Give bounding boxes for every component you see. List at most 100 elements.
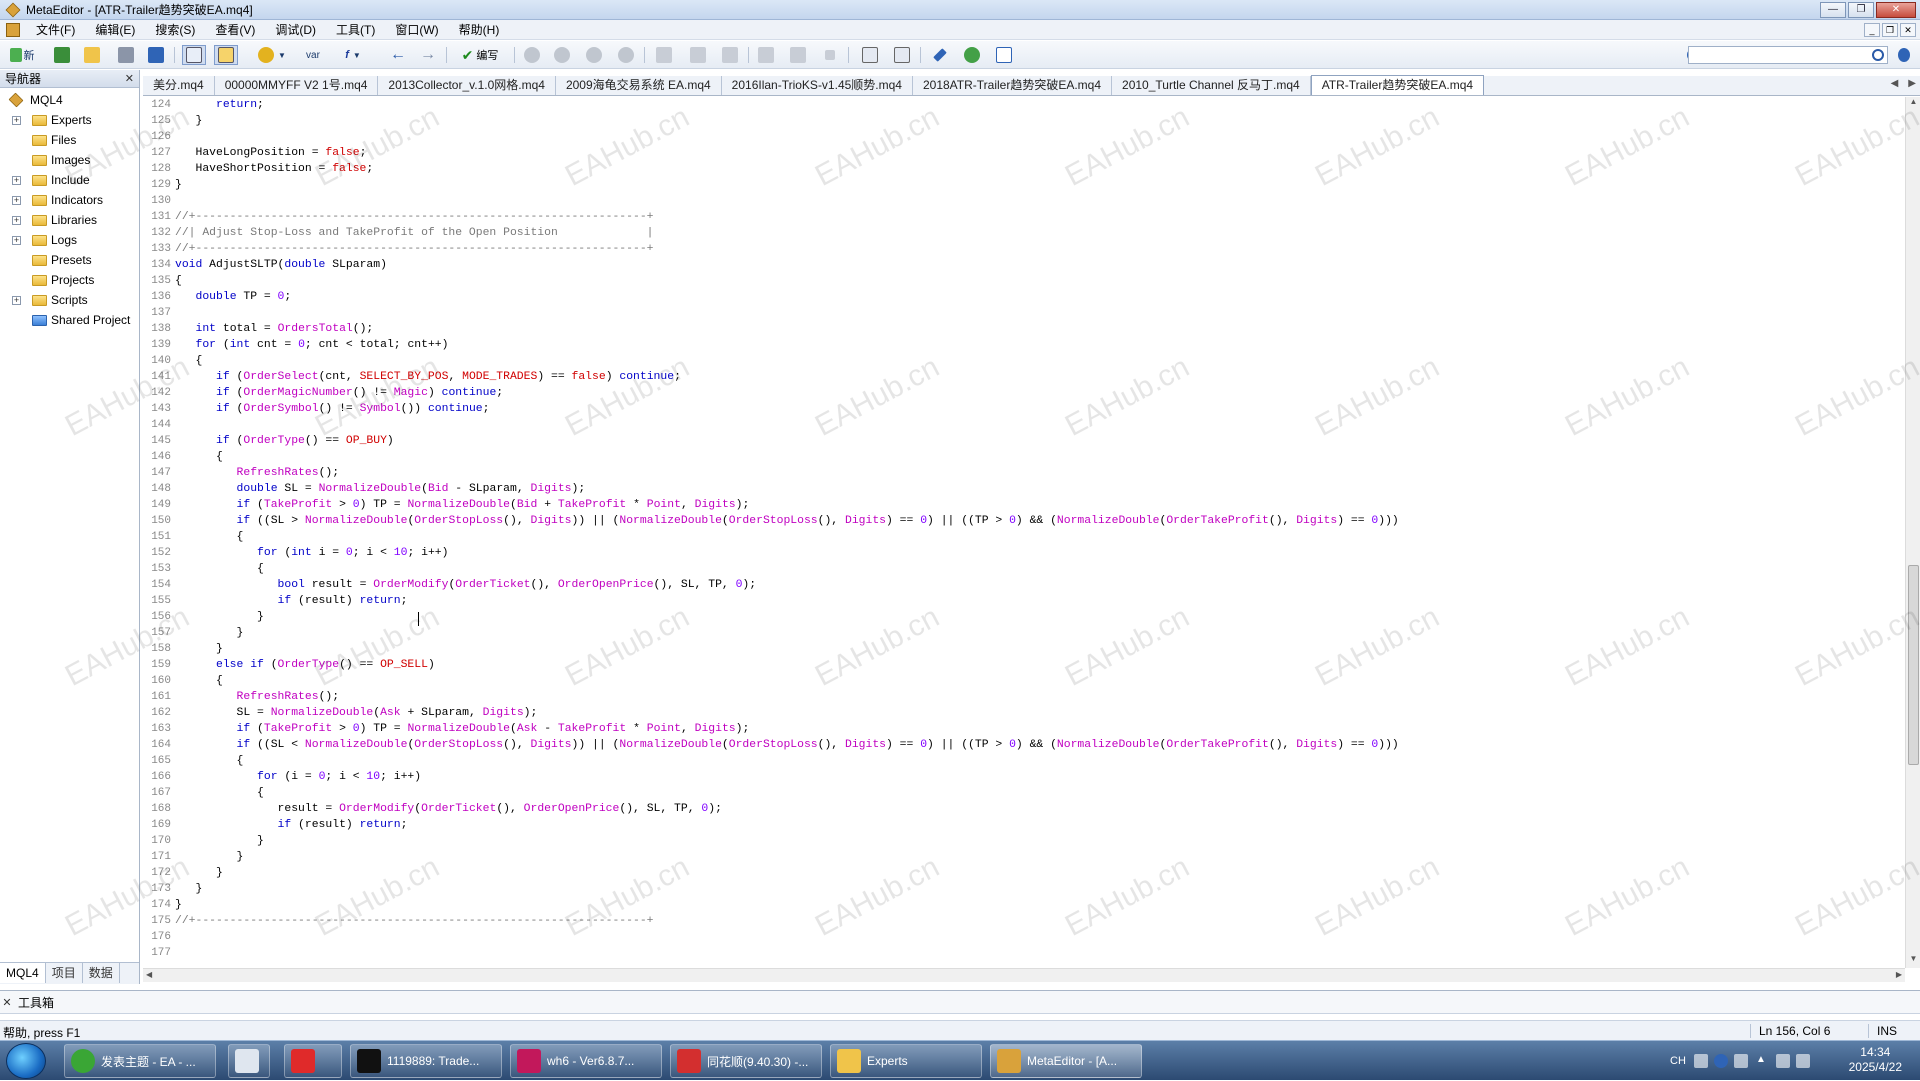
- code-line[interactable]: {: [175, 451, 223, 463]
- code-line[interactable]: {: [175, 563, 264, 575]
- doc-restore-button[interactable]: ❐: [1882, 23, 1898, 37]
- scroll-right-icon[interactable]: ▶: [1896, 970, 1902, 979]
- code-line[interactable]: }: [175, 611, 264, 623]
- menu-help[interactable]: 帮助(H): [449, 20, 510, 40]
- scroll-up-icon[interactable]: ▲: [1906, 97, 1920, 111]
- tree-root-mql4[interactable]: MQL4: [0, 90, 139, 110]
- code-line[interactable]: //+-------------------------------------…: [175, 211, 654, 223]
- tab-file[interactable]: 2013Collector_v.1.0网格.mq4: [378, 76, 556, 95]
- tree-item-presets[interactable]: Presets: [0, 250, 139, 270]
- menu-search[interactable]: 搜索(S): [145, 20, 205, 40]
- menu-edit[interactable]: 编辑(E): [85, 20, 145, 40]
- taskbar-item-browser[interactable]: 发表主题 - EA - ...: [64, 1044, 216, 1078]
- back-button[interactable]: ←: [388, 45, 408, 65]
- menu-tools[interactable]: 工具(T): [326, 20, 385, 40]
- tree-item-images[interactable]: Images: [0, 150, 139, 170]
- open-button[interactable]: [82, 45, 102, 65]
- taskbar-item-calculator[interactable]: [228, 1044, 270, 1078]
- code-line[interactable]: {: [175, 355, 203, 367]
- code-line[interactable]: RefreshRates();: [175, 467, 340, 479]
- scroll-left-icon[interactable]: ◀: [146, 970, 152, 979]
- code-line[interactable]: if (result) return;: [175, 595, 408, 607]
- close-button[interactable]: ✕: [1876, 2, 1916, 18]
- tree-item-logs[interactable]: + Logs: [0, 230, 139, 250]
- save-button[interactable]: [116, 45, 136, 65]
- code-line[interactable]: //+-------------------------------------…: [175, 243, 654, 255]
- scroll-down-icon[interactable]: ▼: [1906, 954, 1920, 968]
- taskbar-item-metaeditor[interactable]: MetaEditor - [A...: [990, 1044, 1142, 1078]
- taskbar-item-tonghuashun[interactable]: 同花顺(9.40.30) -...: [670, 1044, 822, 1078]
- stop-button[interactable]: [616, 45, 636, 65]
- tree-item-projects[interactable]: Projects: [0, 270, 139, 290]
- close-icon[interactable]: ✕: [125, 72, 134, 85]
- restore-button[interactable]: ❐: [1848, 2, 1874, 18]
- step-over-button[interactable]: [688, 45, 708, 65]
- code-line[interactable]: {: [175, 787, 264, 799]
- code-line[interactable]: {: [175, 275, 182, 287]
- expand-icon[interactable]: +: [12, 235, 21, 245]
- code-line[interactable]: result = OrderModify(OrderTicket(), Orde…: [175, 803, 722, 815]
- code-line[interactable]: bool result = OrderModify(OrderTicket(),…: [175, 579, 757, 591]
- expand-icon[interactable]: +: [12, 195, 21, 205]
- copy-button[interactable]: [860, 45, 880, 65]
- code-line[interactable]: {: [175, 531, 244, 543]
- tab-project[interactable]: 项目: [46, 963, 83, 983]
- tree-item-indicators[interactable]: + Indicators: [0, 190, 139, 210]
- code-line[interactable]: }: [175, 835, 264, 847]
- tree-item-shared-project[interactable]: Shared Project: [0, 310, 139, 330]
- taskbar-item-wh6[interactable]: wh6 - Ver6.8.7...: [510, 1044, 662, 1078]
- tree-item-files[interactable]: Files: [0, 130, 139, 150]
- horizontal-scrollbar[interactable]: ◀ ▶: [143, 968, 1905, 982]
- code-line[interactable]: if (OrderType() == OP_BUY): [175, 435, 394, 447]
- start-real-button[interactable]: [522, 45, 542, 65]
- tab-data[interactable]: 数据: [83, 963, 120, 983]
- chevron-left-icon[interactable]: ◀: [1891, 78, 1899, 89]
- tab-file[interactable]: 美分.mq4: [143, 76, 215, 95]
- tab-file[interactable]: 2018ATR-Trailer趋势突破EA.mq4: [913, 76, 1113, 95]
- new-project-button[interactable]: [52, 45, 72, 65]
- tree-item-scripts[interactable]: + Scripts: [0, 290, 139, 310]
- code-line[interactable]: {: [175, 755, 244, 767]
- code-line[interactable]: }: [175, 643, 223, 655]
- code-line[interactable]: {: [175, 675, 223, 687]
- code-line[interactable]: else if (OrderType() == OP_SELL): [175, 659, 435, 671]
- tree-item-libraries[interactable]: + Libraries: [0, 210, 139, 230]
- tab-mql4[interactable]: MQL4: [0, 963, 46, 983]
- profiling-button[interactable]: [892, 45, 912, 65]
- menu-file[interactable]: 文件(F): [26, 20, 85, 40]
- code-editor[interactable]: 124 125 126 127 128 129 130 131 132 133 134 135 136 1…: [143, 97, 1905, 968]
- taskbar-item-experts-folder[interactable]: Experts: [830, 1044, 982, 1078]
- insert-function-dropdown[interactable]: f ▼: [336, 45, 370, 65]
- menu-debug[interactable]: 调试(D): [265, 20, 326, 40]
- code-line[interactable]: }: [175, 179, 182, 191]
- code-line[interactable]: for (i = 0; i < 10; i++): [175, 771, 421, 783]
- tree-item-experts[interactable]: + Experts: [0, 110, 139, 130]
- code-line[interactable]: }: [175, 115, 203, 127]
- remove-breakpoint-button[interactable]: [788, 45, 808, 65]
- vertical-scrollbar[interactable]: ▲ ▼: [1905, 97, 1920, 968]
- tab-file[interactable]: 00000MMYFF V2 1号.mq4: [215, 76, 379, 95]
- search-input[interactable]: [1689, 47, 1865, 63]
- terminal-button[interactable]: [994, 45, 1014, 65]
- start-button[interactable]: [6, 1043, 46, 1079]
- taskbar-item-xm-terminal[interactable]: 1119889: Trade...: [350, 1044, 502, 1078]
- code-line[interactable]: if (OrderMagicNumber() != Magic) continu…: [175, 387, 503, 399]
- code-line[interactable]: }: [175, 883, 203, 895]
- expand-icon[interactable]: +: [12, 175, 21, 185]
- code-line[interactable]: if (OrderSymbol() != Symbol()) continue;: [175, 403, 489, 415]
- forward-button[interactable]: →: [418, 45, 438, 65]
- tray-expand-icon[interactable]: ▲: [1756, 1054, 1770, 1068]
- volume-icon[interactable]: [1796, 1054, 1810, 1068]
- tab-active-file[interactable]: ATR-Trailer趋势突破EA.mq4: [1310, 75, 1485, 95]
- code-line[interactable]: if ((SL < NormalizeDouble(OrderStopLoss(…: [175, 739, 1399, 751]
- compile-button[interactable]: ✔ 编写: [454, 45, 506, 65]
- code-line[interactable]: HaveShortPosition = false;: [175, 163, 374, 175]
- code-line[interactable]: for (int cnt = 0; cnt < total; cnt++): [175, 339, 449, 351]
- breakpoint-button[interactable]: [756, 45, 776, 65]
- expand-icon[interactable]: +: [12, 115, 21, 125]
- scrollbar-thumb[interactable]: [1908, 565, 1919, 765]
- taskbar-item-wps[interactable]: [284, 1044, 342, 1078]
- code-line[interactable]: }: [175, 627, 244, 639]
- code-line[interactable]: for (int i = 0; i < 10; i++): [175, 547, 448, 559]
- insert-var-button[interactable]: var: [302, 45, 324, 65]
